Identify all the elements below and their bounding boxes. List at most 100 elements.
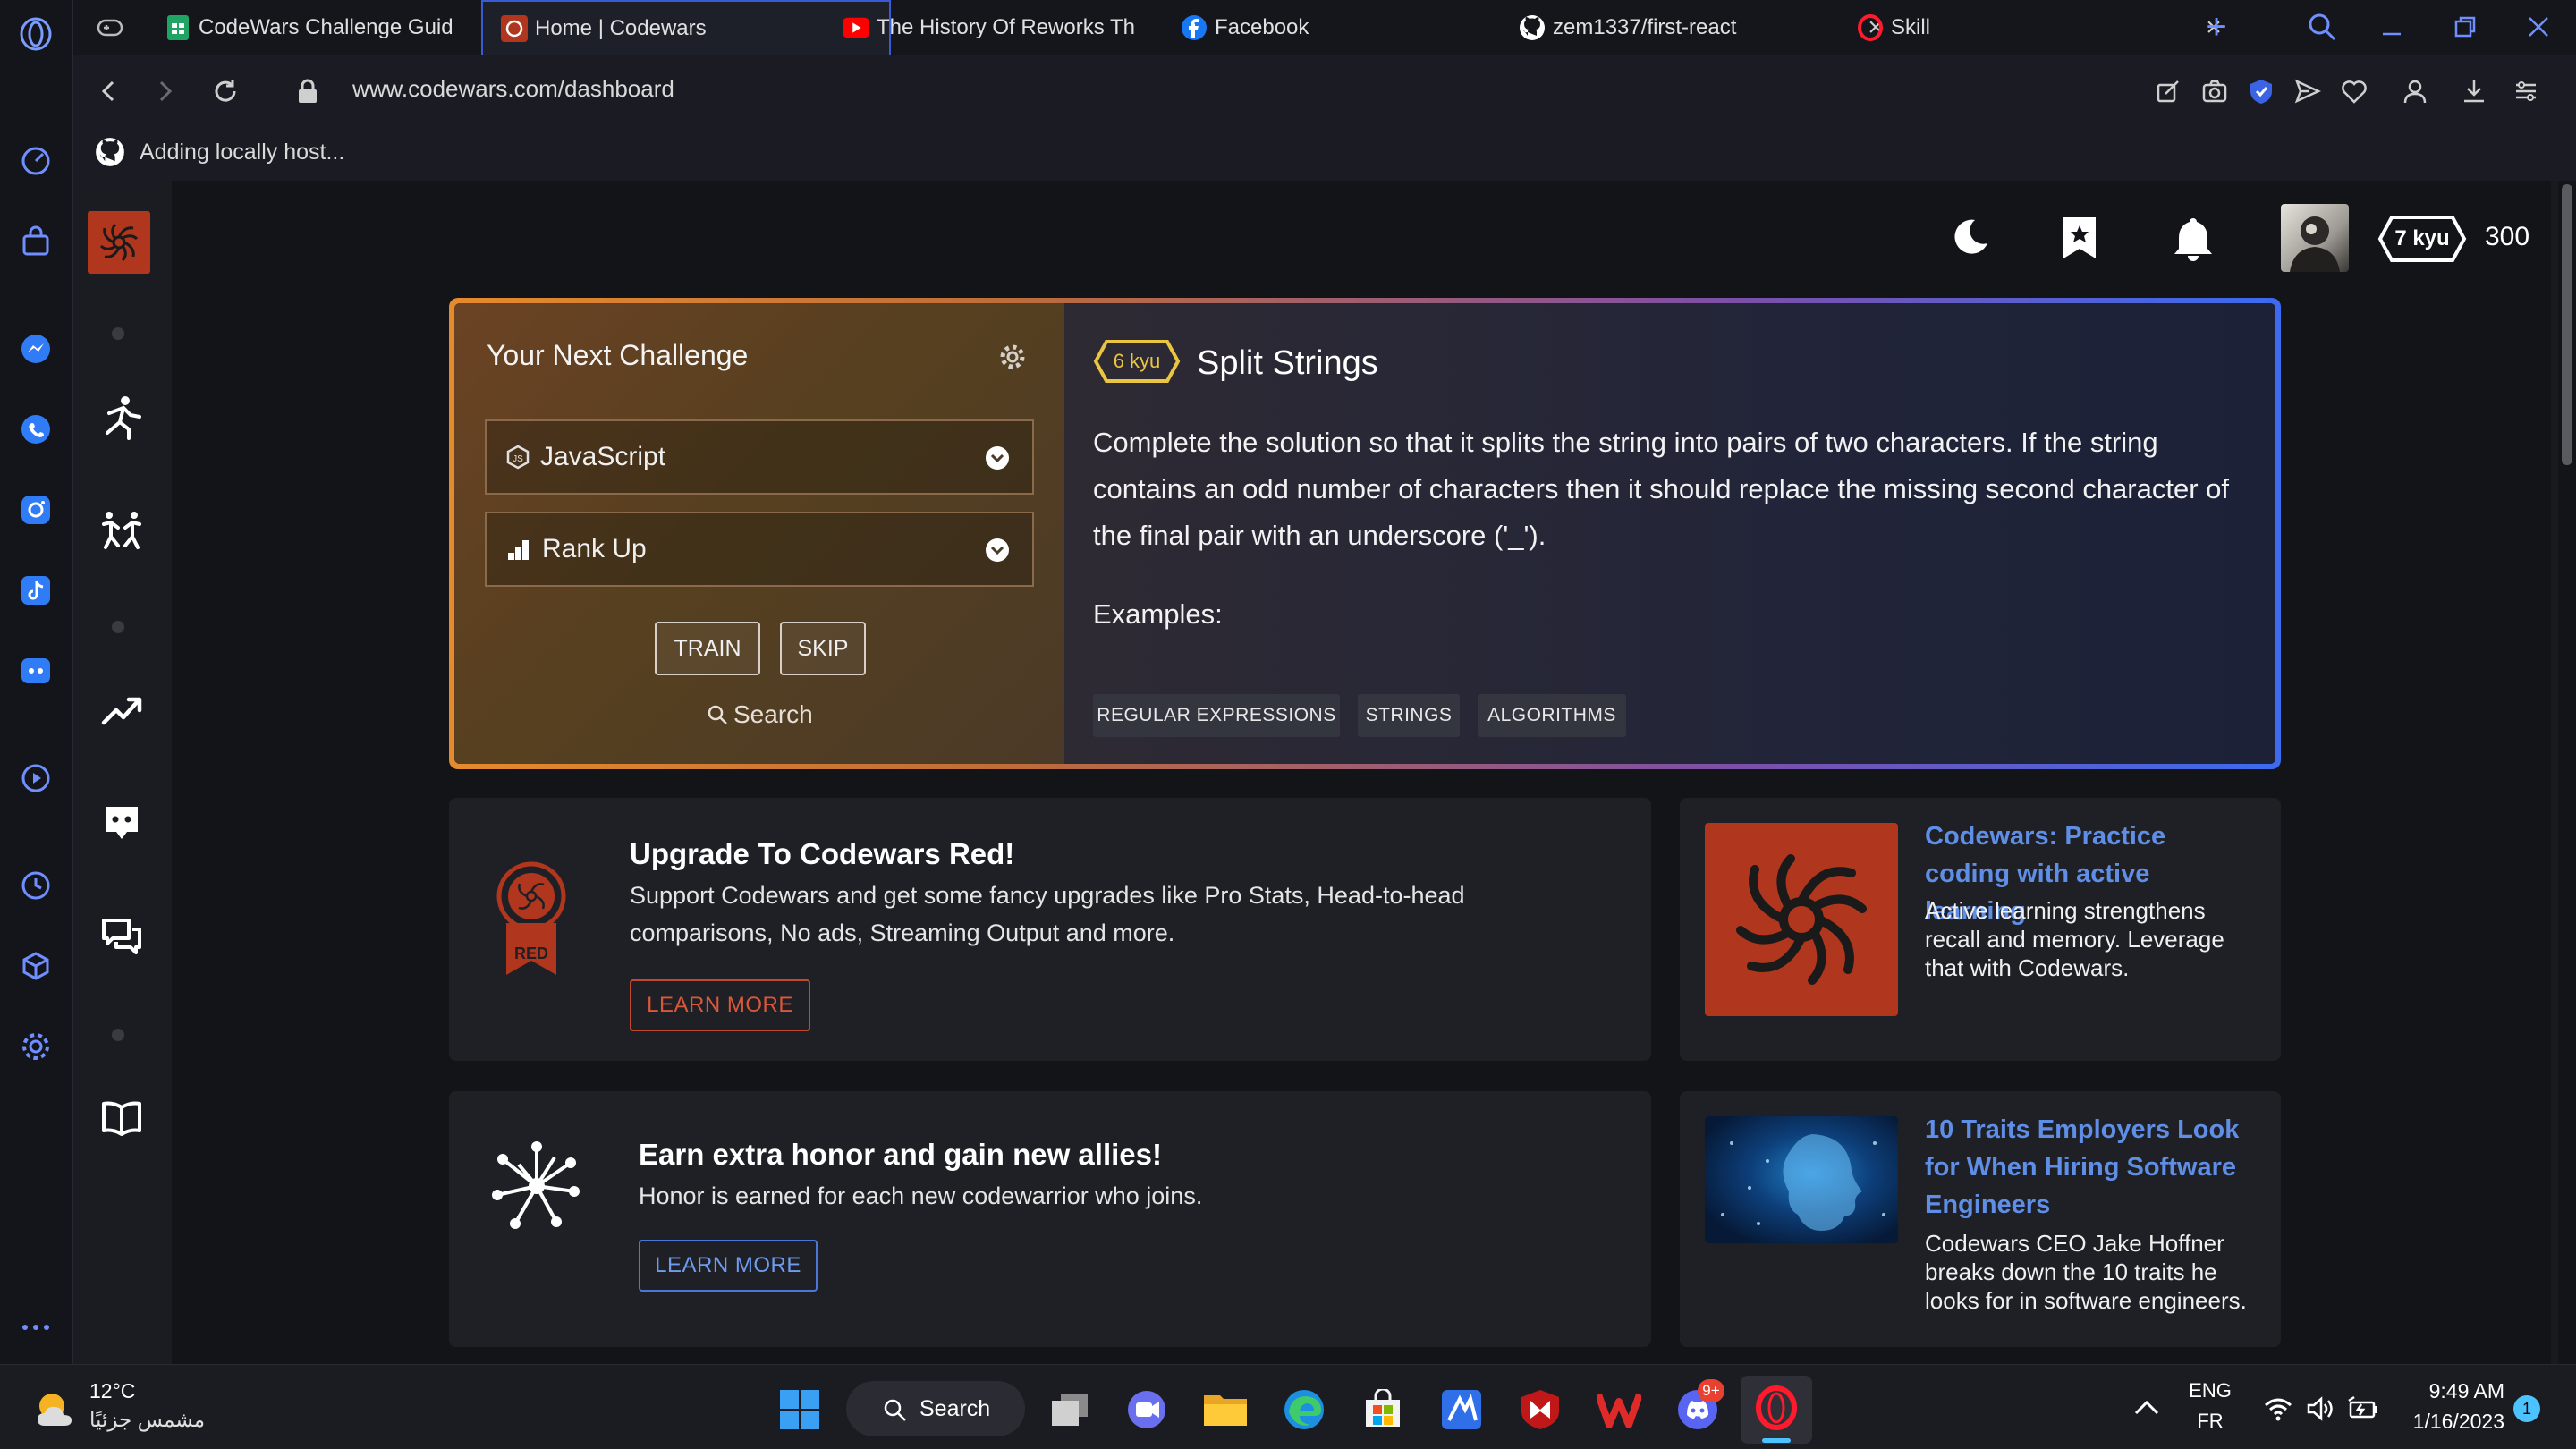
task-view-icon[interactable] xyxy=(1045,1385,1095,1435)
avatar[interactable] xyxy=(2281,204,2349,272)
rank-badge[interactable]: 7 kyu xyxy=(2377,215,2467,263)
mcafee-icon[interactable] xyxy=(1515,1385,1565,1435)
heart-icon[interactable] xyxy=(2334,72,2374,111)
camera-icon[interactable] xyxy=(2195,72,2234,111)
reload-button[interactable] xyxy=(206,72,245,111)
discord-badge: 9+ xyxy=(1698,1379,1724,1402)
red-learn-more-button[interactable]: LEARN MORE xyxy=(630,979,810,1031)
discord-chat-icon[interactable] xyxy=(95,796,148,850)
sidebar-divider-dot xyxy=(112,327,124,340)
account-icon[interactable] xyxy=(2395,72,2435,111)
tab-bar: CodeWars Challenge Guid × Home | Codewar… xyxy=(73,0,2576,55)
weather-temp[interactable]: 12°C xyxy=(89,1379,135,1403)
tiktok-icon[interactable] xyxy=(14,569,57,612)
leaderboard-trend-icon[interactable] xyxy=(95,683,148,737)
volume-icon[interactable] xyxy=(2306,1395,2336,1422)
blog-title[interactable]: 10 Traits Employers Look for When Hiring… xyxy=(1925,1111,2265,1224)
strategy-select[interactable]: Rank Up xyxy=(485,512,1034,587)
messenger-icon[interactable] xyxy=(14,327,57,370)
teams-chat-icon[interactable] xyxy=(1122,1385,1172,1435)
battery-charging-icon[interactable] xyxy=(2347,1395,2379,1422)
blog-card[interactable]: 10 Traits Employers Look for When Hiring… xyxy=(1680,1091,2281,1347)
snapshot-edit-icon[interactable] xyxy=(2148,72,2188,111)
microsoft-store-icon[interactable] xyxy=(1358,1385,1408,1435)
lock-icon[interactable] xyxy=(288,72,327,111)
restore-button[interactable] xyxy=(2449,11,2485,47)
dark-mode-moon-icon[interactable] xyxy=(1950,216,1995,261)
history-icon[interactable] xyxy=(14,864,57,907)
wifi-icon[interactable] xyxy=(2263,1395,2293,1422)
shopping-icon[interactable] xyxy=(14,220,57,263)
minimize-button[interactable] xyxy=(2376,11,2411,47)
sidebar-divider-dot xyxy=(112,1029,124,1041)
clock-time[interactable]: 9:49 AM xyxy=(2397,1379,2504,1403)
input-language-primary[interactable]: ENG xyxy=(2188,1379,2233,1402)
weather-sun-cloud-icon[interactable] xyxy=(32,1386,77,1431)
search-label: Search xyxy=(733,700,813,728)
speed-dial-icon[interactable] xyxy=(14,140,57,182)
honor-text: Honor is earned for each new codewarrior… xyxy=(639,1182,1203,1209)
new-tab-button[interactable]: + xyxy=(2199,9,2234,47)
whatsapp-icon[interactable] xyxy=(14,408,57,451)
gear-icon[interactable] xyxy=(998,343,1027,371)
extensions-icon[interactable] xyxy=(14,945,57,987)
kata-title[interactable]: Split Strings xyxy=(1197,344,1378,383)
instagram-icon[interactable] xyxy=(14,488,57,531)
docs-book-icon[interactable] xyxy=(95,1091,148,1145)
active-indicator xyxy=(1762,1438,1791,1443)
training-icon[interactable] xyxy=(95,390,148,444)
discord-taskbar-icon[interactable]: 9+ xyxy=(1673,1379,1724,1435)
windows-start-icon[interactable] xyxy=(775,1385,825,1435)
taskbar-search[interactable]: Search xyxy=(846,1381,1025,1436)
honor-learn-more-button[interactable]: LEARN MORE xyxy=(639,1240,818,1292)
chevron-up-icon[interactable] xyxy=(2132,1395,2161,1420)
vs-code-icon[interactable] xyxy=(1436,1385,1487,1435)
close-window-button[interactable] xyxy=(2522,11,2558,47)
player-icon[interactable] xyxy=(14,757,57,800)
edge-browser-icon[interactable] xyxy=(1279,1385,1329,1435)
honor-score: 300 xyxy=(2485,222,2530,251)
search-link[interactable]: Search xyxy=(707,700,813,729)
tab-skill[interactable]: Skill × xyxy=(1839,0,2241,55)
file-explorer-icon[interactable] xyxy=(1200,1385,1250,1435)
gamepad-icon xyxy=(97,14,123,41)
bookmarks-icon[interactable] xyxy=(2061,215,2100,263)
opera-menu-icon[interactable] xyxy=(14,13,57,55)
discussions-icon[interactable] xyxy=(95,911,148,964)
chevron-down-icon xyxy=(984,537,1011,564)
blog-card[interactable]: Codewars: Practice coding with active le… xyxy=(1680,798,2281,1061)
ai-head-image xyxy=(1705,1116,1898,1243)
wps-office-icon[interactable] xyxy=(1594,1385,1644,1435)
download-icon[interactable] xyxy=(2454,72,2494,111)
back-button[interactable] xyxy=(89,72,129,111)
clock-date[interactable]: 1/16/2023 xyxy=(2397,1410,2504,1434)
tag-algorithms[interactable]: ALGORITHMS xyxy=(1478,694,1626,737)
send-icon[interactable] xyxy=(2288,72,2327,111)
url-field[interactable]: www.codewars.com/dashboard xyxy=(352,75,674,103)
tag-strings[interactable]: STRINGS xyxy=(1358,694,1460,737)
skip-button[interactable]: SKIP xyxy=(780,622,866,675)
sheets-icon xyxy=(165,14,191,41)
bookmark-item[interactable]: Adding locally host... xyxy=(95,134,344,170)
weather-description[interactable]: مشمس جزئيًا xyxy=(89,1408,205,1432)
language-select[interactable]: JS JavaScript xyxy=(485,419,1034,495)
opera-taskbar-active[interactable] xyxy=(1741,1376,1812,1444)
input-language-secondary[interactable]: FR xyxy=(2188,1410,2233,1433)
vpn-shield-icon[interactable] xyxy=(2241,72,2281,111)
honor-referral-card: Earn extra honor and gain new allies! Ho… xyxy=(449,1091,1651,1347)
notifications-bell-icon[interactable] xyxy=(2172,215,2216,263)
practice-icon[interactable] xyxy=(95,503,148,556)
codewars-logo[interactable] xyxy=(88,211,150,274)
more-icon[interactable] xyxy=(14,1306,57,1349)
discord-icon[interactable] xyxy=(14,649,57,692)
scrollbar-thumb[interactable] xyxy=(2562,184,2572,465)
easy-setup-icon[interactable] xyxy=(2506,72,2546,111)
settings-icon[interactable] xyxy=(14,1025,57,1068)
javascript-icon: JS xyxy=(506,445,530,470)
forward-button[interactable] xyxy=(145,72,184,111)
notification-count-badge[interactable]: 1 xyxy=(2513,1395,2540,1422)
train-button[interactable]: TRAIN xyxy=(655,622,760,675)
tag-regular-expressions[interactable]: REGULAR EXPRESSIONS xyxy=(1093,694,1340,737)
codewars-red-card: RED Upgrade To Codewars Red! Support Cod… xyxy=(449,798,1651,1061)
tab-search-icon[interactable] xyxy=(2306,11,2342,47)
